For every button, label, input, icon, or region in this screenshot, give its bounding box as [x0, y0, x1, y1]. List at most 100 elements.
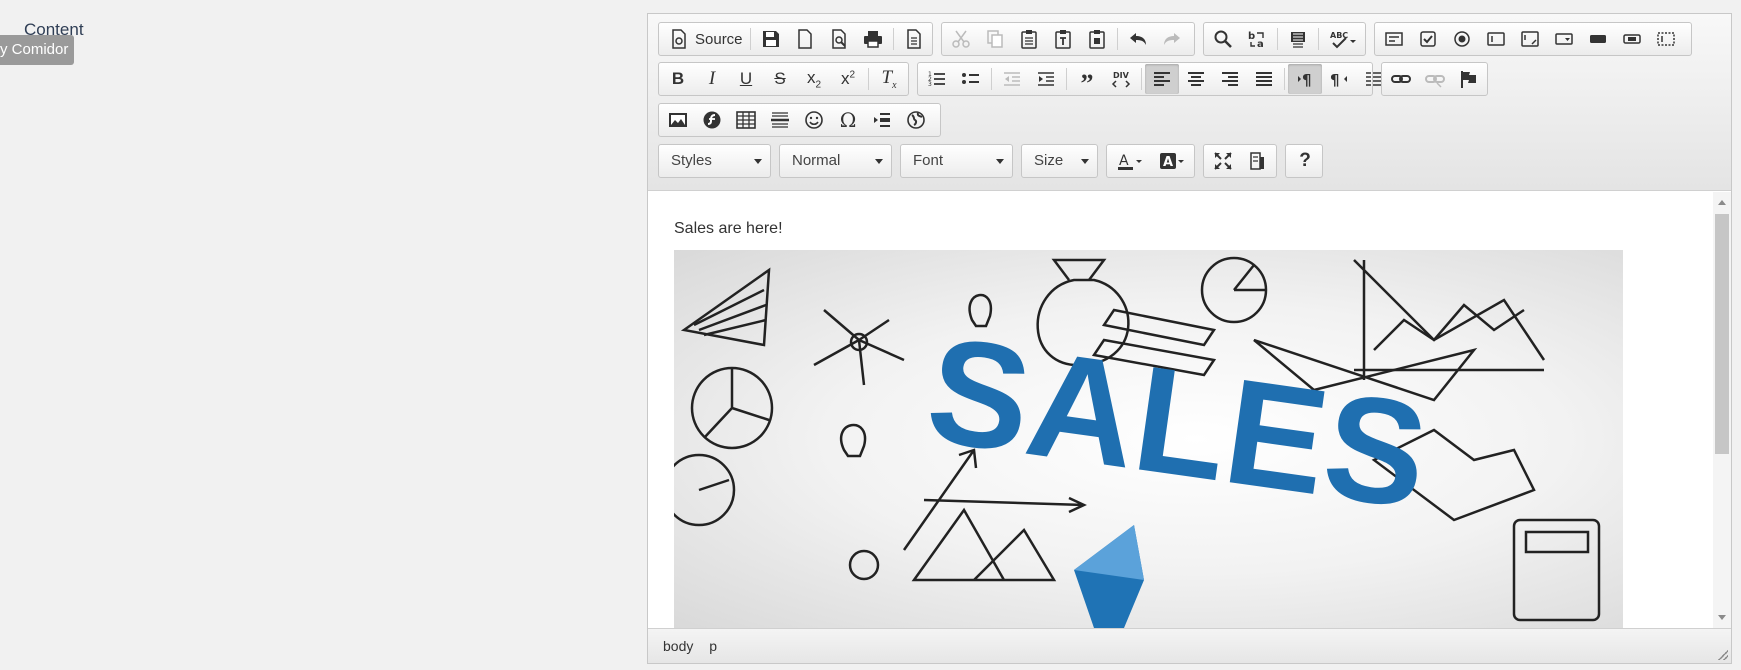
font-combo[interactable]: Font [900, 144, 1013, 178]
create-div-button[interactable]: DIV [1104, 64, 1138, 94]
editor-scrollbar[interactable] [1713, 192, 1731, 628]
image-button[interactable] [661, 105, 695, 135]
indent-button[interactable] [1029, 64, 1063, 94]
underline-button[interactable]: U [729, 64, 763, 94]
subscript-button[interactable]: x2 [797, 64, 831, 94]
textfield-button[interactable] [1479, 24, 1513, 54]
svg-text:A: A [1163, 155, 1173, 170]
page-break-button[interactable] [865, 105, 899, 135]
path-item-p[interactable]: p [709, 638, 717, 654]
size-combo[interactable]: Size [1021, 144, 1098, 178]
numbered-list-button[interactable]: 123 [920, 64, 954, 94]
select-all-button[interactable] [1281, 24, 1315, 54]
radio-button[interactable] [1445, 24, 1479, 54]
show-blocks-button[interactable] [1240, 146, 1274, 176]
editor-content[interactable]: Sales are here! SALES [648, 192, 1714, 628]
source-button[interactable]: Source [661, 24, 747, 54]
smiley-button[interactable] [797, 105, 831, 135]
textarea-button[interactable] [1513, 24, 1547, 54]
resize-handle-icon[interactable] [1718, 650, 1728, 660]
replace-button[interactable]: ba [1240, 24, 1274, 54]
bold-icon: B [671, 69, 685, 88]
select-all-icon [1291, 32, 1305, 48]
redo-button[interactable] [1155, 24, 1189, 54]
undo-button[interactable] [1121, 24, 1155, 54]
scroll-down-arrow-icon[interactable] [1718, 615, 1726, 620]
background-color-button[interactable]: A [1151, 146, 1193, 176]
chevron-down-icon [996, 159, 1004, 164]
spellcheck-button[interactable]: ABC [1322, 24, 1364, 54]
rich-text-editor: Source b a ABC B I U S x2 x2 Tx 1 2 3 ” … [647, 13, 1732, 664]
subscript-icon: x2 [806, 67, 822, 91]
special-char-button[interactable]: Ω [831, 105, 865, 135]
preview-button[interactable] [822, 24, 856, 54]
scroll-thumb[interactable] [1715, 214, 1729, 454]
scroll-up-arrow-icon[interactable] [1718, 200, 1726, 205]
new-page-button[interactable] [788, 24, 822, 54]
anchor-button[interactable] [1452, 64, 1486, 94]
copy-button[interactable] [978, 24, 1012, 54]
table-button[interactable] [729, 105, 763, 135]
path-item-body[interactable]: body [663, 638, 693, 654]
superscript-button[interactable]: x2 [831, 64, 865, 94]
align-right-button[interactable] [1213, 64, 1247, 94]
styles-combo[interactable]: Styles [658, 144, 771, 178]
toolbar-separator [1066, 68, 1067, 90]
toolbar-group-colors: A A [1106, 144, 1195, 178]
form-button[interactable] [1377, 24, 1411, 54]
text-direction-rtl-button[interactable]: ¶ [1322, 64, 1356, 94]
text-color-button[interactable]: A [1109, 146, 1151, 176]
button-icon [1590, 35, 1606, 43]
iframe-button[interactable] [899, 105, 933, 135]
cut-button[interactable] [944, 24, 978, 54]
toolbar-group-about: ? [1285, 144, 1323, 178]
anchor-flag-icon [1461, 71, 1476, 88]
unlink-button[interactable] [1418, 64, 1452, 94]
chevron-down-icon [875, 159, 883, 164]
justify-button[interactable] [1247, 64, 1281, 94]
sales-doodle-illustration: SALES [674, 256, 1601, 628]
content-paragraph[interactable]: Sales are here! [674, 220, 783, 238]
text-direction-ltr-button[interactable]: ¶ [1288, 64, 1322, 94]
save-button[interactable] [754, 24, 788, 54]
paste-text-button[interactable] [1046, 24, 1080, 54]
align-left-button[interactable] [1145, 64, 1179, 94]
toolbar-group-basicstyles: B I U S x2 x2 Tx [658, 62, 909, 96]
undo-icon [1130, 33, 1146, 45]
flash-button[interactable] [695, 105, 729, 135]
sales-letters: SALES [918, 304, 1437, 540]
blockquote-button[interactable]: ” [1070, 64, 1104, 98]
hidden-field-button[interactable] [1649, 24, 1683, 54]
toolbar-group-tools [1203, 144, 1277, 178]
outdent-button[interactable] [995, 64, 1029, 94]
form-icon [1385, 32, 1403, 46]
tooltip: y Comidor [0, 35, 74, 65]
find-button[interactable] [1206, 24, 1240, 54]
textfield-icon [1487, 32, 1505, 46]
italic-button[interactable]: I [695, 64, 729, 94]
remove-format-button[interactable]: Tx [872, 64, 906, 94]
bold-button[interactable]: B [661, 64, 695, 94]
templates-button[interactable] [897, 24, 931, 54]
print-button[interactable] [856, 24, 890, 54]
source-icon [672, 29, 686, 49]
form-button-button[interactable] [1581, 24, 1615, 54]
table-icon [736, 111, 756, 129]
paste-word-button[interactable] [1080, 24, 1114, 54]
globe-icon [907, 111, 925, 129]
toolbar-separator [868, 68, 869, 90]
align-center-button[interactable] [1179, 64, 1213, 94]
help-button[interactable]: ? [1288, 146, 1322, 176]
bulleted-list-button[interactable] [954, 64, 988, 94]
paste-button[interactable] [1012, 24, 1046, 54]
format-combo[interactable]: Normal [779, 144, 892, 178]
image-button-button[interactable] [1615, 24, 1649, 54]
strike-button[interactable]: S [763, 64, 797, 94]
select-field-button[interactable] [1547, 24, 1581, 54]
toolbar-group-paragraph: 123 ” DIV ¶ ¶ [917, 62, 1390, 98]
maximize-button[interactable] [1206, 146, 1240, 176]
link-button[interactable] [1384, 64, 1418, 94]
horizontal-rule-button[interactable] [763, 105, 797, 135]
sales-image[interactable]: SALES [674, 250, 1623, 628]
checkbox-button[interactable] [1411, 24, 1445, 54]
